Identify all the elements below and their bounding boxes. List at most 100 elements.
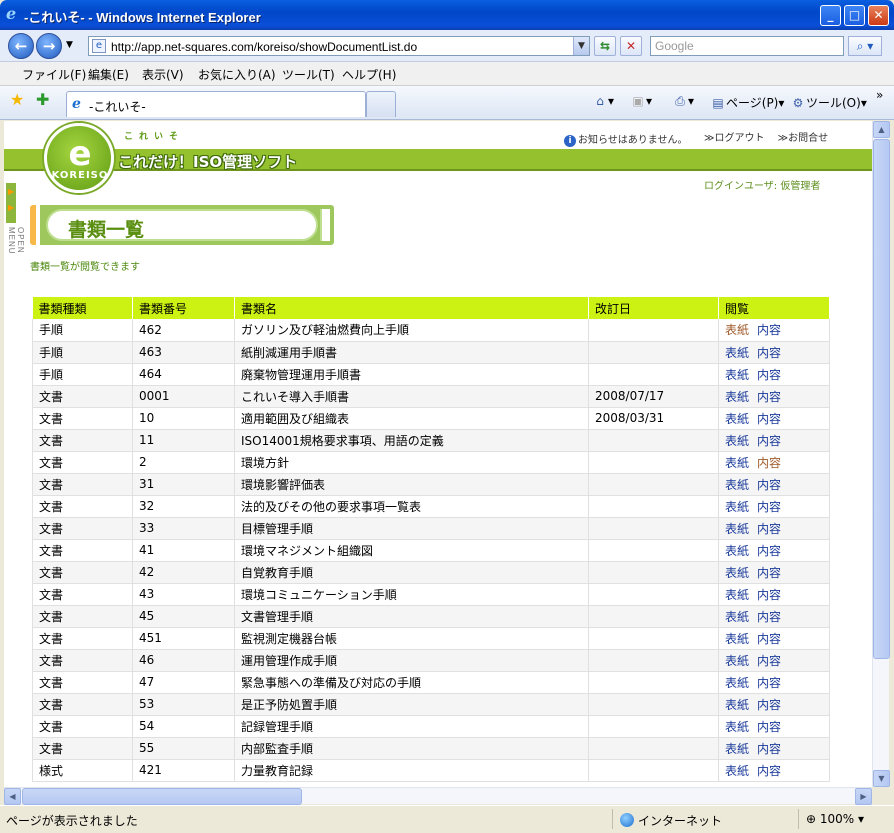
new-tab-button[interactable]	[366, 91, 396, 117]
koreiso-logo[interactable]: e KOREISO	[44, 123, 114, 193]
cover-link[interactable]: 表紙	[725, 323, 749, 337]
content-link[interactable]: 内容	[757, 522, 781, 536]
cover-link[interactable]: 表紙	[725, 390, 749, 404]
content-link[interactable]: 内容	[757, 478, 781, 492]
page-menu-button[interactable]: ▤ ページ(P)▾	[710, 94, 784, 111]
refresh-button[interactable]: ⇆	[594, 36, 616, 56]
address-bar[interactable]: e http://app.net-squares.com/koreiso/sho…	[88, 36, 590, 56]
security-zone[interactable]: インターネット	[620, 812, 722, 829]
cell-type: 文書	[32, 583, 133, 606]
arrow-right-icon: ▶	[8, 203, 15, 212]
menu-file[interactable]: ファイル(F)	[22, 66, 86, 83]
content-link[interactable]: 内容	[757, 368, 781, 382]
home-button[interactable]: ⌂ ▾	[592, 94, 614, 108]
cover-link[interactable]: 表紙	[725, 632, 749, 646]
content-link[interactable]: 内容	[757, 654, 781, 668]
stop-button[interactable]: ✕	[620, 36, 642, 56]
content-link[interactable]: 内容	[757, 588, 781, 602]
history-dropdown-icon[interactable]: ▼	[66, 40, 73, 50]
zoom-level[interactable]: ⊕ 100% ▾	[806, 812, 864, 826]
content-link[interactable]: 内容	[757, 632, 781, 646]
cover-link[interactable]: 表紙	[725, 698, 749, 712]
content-link[interactable]: 内容	[757, 323, 781, 337]
favorites-star-icon[interactable]: ★	[10, 92, 24, 108]
cell-type: 手順	[32, 341, 133, 364]
cell-view: 表紙 内容	[718, 517, 830, 540]
address-dropdown-icon[interactable]: ▼	[573, 37, 589, 55]
menu-tools[interactable]: ツール(T)	[282, 66, 335, 83]
horizontal-scroll-thumb[interactable]	[22, 788, 302, 805]
content-link[interactable]: 内容	[757, 720, 781, 734]
cover-link[interactable]: 表紙	[725, 456, 749, 470]
page-menu-label: ページ(P)	[726, 96, 779, 110]
cell-name: 自覚教育手順	[234, 561, 589, 584]
logout-link[interactable]: ≫ログアウト	[704, 133, 764, 144]
menu-favorites[interactable]: お気に入り(A)	[198, 66, 276, 83]
cover-link[interactable]: 表紙	[725, 720, 749, 734]
cell-name: 内部監査手順	[234, 737, 589, 760]
cover-link[interactable]: 表紙	[725, 544, 749, 558]
table-row: 文書 43 環境コミュニケーション手順 表紙 内容	[32, 583, 830, 606]
cover-link[interactable]: 表紙	[725, 610, 749, 624]
vertical-scroll-thumb[interactable]	[873, 139, 890, 659]
back-button[interactable]: ←	[8, 33, 34, 59]
menu-edit[interactable]: 編集(E)	[88, 66, 129, 83]
content-link[interactable]: 内容	[757, 390, 781, 404]
vertical-scrollbar[interactable]: ▲ ▼	[872, 121, 890, 787]
search-input[interactable]: Google	[650, 36, 844, 56]
address-url[interactable]: http://app.net-squares.com/koreiso/showD…	[111, 40, 417, 54]
menu-view[interactable]: 表示(V)	[142, 66, 184, 83]
contact-link[interactable]: ≫お問合せ	[778, 133, 828, 144]
cover-link[interactable]: 表紙	[725, 500, 749, 514]
menu-help[interactable]: ヘルプ(H)	[342, 66, 396, 83]
content-link[interactable]: 内容	[757, 742, 781, 756]
add-favorite-icon[interactable]: ✚	[36, 92, 49, 108]
cell-view: 表紙 内容	[718, 561, 830, 584]
content-link[interactable]: 内容	[757, 412, 781, 426]
content-link[interactable]: 内容	[757, 676, 781, 690]
cover-link[interactable]: 表紙	[725, 654, 749, 668]
content-link[interactable]: 内容	[757, 544, 781, 558]
scroll-left-button[interactable]: ◀	[4, 788, 21, 805]
cover-link[interactable]: 表紙	[725, 368, 749, 382]
maximize-button[interactable]: □	[844, 5, 865, 26]
cover-link[interactable]: 表紙	[725, 346, 749, 360]
content-link[interactable]: 内容	[757, 434, 781, 448]
cover-link[interactable]: 表紙	[725, 522, 749, 536]
cell-view: 表紙 内容	[718, 451, 830, 474]
close-button[interactable]: ✕	[868, 5, 889, 26]
open-menu-tab[interactable]: ▶ ▶ OPEN MENU	[6, 183, 25, 283]
content-link[interactable]: 内容	[757, 610, 781, 624]
cover-link[interactable]: 表紙	[725, 566, 749, 580]
feeds-button[interactable]: ▣ ▾	[630, 94, 652, 108]
cover-link[interactable]: 表紙	[725, 742, 749, 756]
minimize-button[interactable]: _	[820, 5, 841, 26]
tab-toolbar: ★ ✚ e -これいそ- ⌂ ▾ ▣ ▾ ⎙ ▾ ▤ ページ(P)▾ ⚙ ツール(O)▾ …	[0, 86, 894, 120]
cover-link[interactable]: 表紙	[725, 588, 749, 602]
content-link[interactable]: 内容	[757, 346, 781, 360]
cover-link[interactable]: 表紙	[725, 412, 749, 426]
horizontal-scrollbar[interactable]: ◀ ▶	[4, 787, 872, 805]
forward-button[interactable]: →	[36, 33, 62, 59]
content-link[interactable]: 内容	[757, 566, 781, 580]
cover-link[interactable]: 表紙	[725, 676, 749, 690]
content-link[interactable]: 内容	[757, 764, 781, 778]
tab-koreiso[interactable]: e -これいそ-	[66, 91, 366, 117]
content-link[interactable]: 内容	[757, 500, 781, 514]
search-button[interactable]: ⌕ ▾	[848, 36, 882, 56]
scroll-right-button[interactable]: ▶	[855, 788, 872, 805]
cover-link[interactable]: 表紙	[725, 478, 749, 492]
scroll-down-button[interactable]: ▼	[873, 770, 890, 787]
print-button[interactable]: ⎙ ▾	[672, 94, 694, 109]
open-menu-handle[interactable]: ▶ ▶	[6, 183, 16, 223]
more-chevron-icon[interactable]: »	[876, 88, 883, 102]
cell-view: 表紙 内容	[718, 495, 830, 518]
cover-link[interactable]: 表紙	[725, 434, 749, 448]
cell-date	[588, 759, 719, 782]
cell-view: 表紙 内容	[718, 385, 830, 408]
tools-menu-button[interactable]: ⚙ ツール(O)▾	[790, 94, 867, 111]
scroll-up-button[interactable]: ▲	[873, 121, 890, 138]
cover-link[interactable]: 表紙	[725, 764, 749, 778]
content-link[interactable]: 内容	[757, 456, 781, 470]
content-link[interactable]: 内容	[757, 698, 781, 712]
